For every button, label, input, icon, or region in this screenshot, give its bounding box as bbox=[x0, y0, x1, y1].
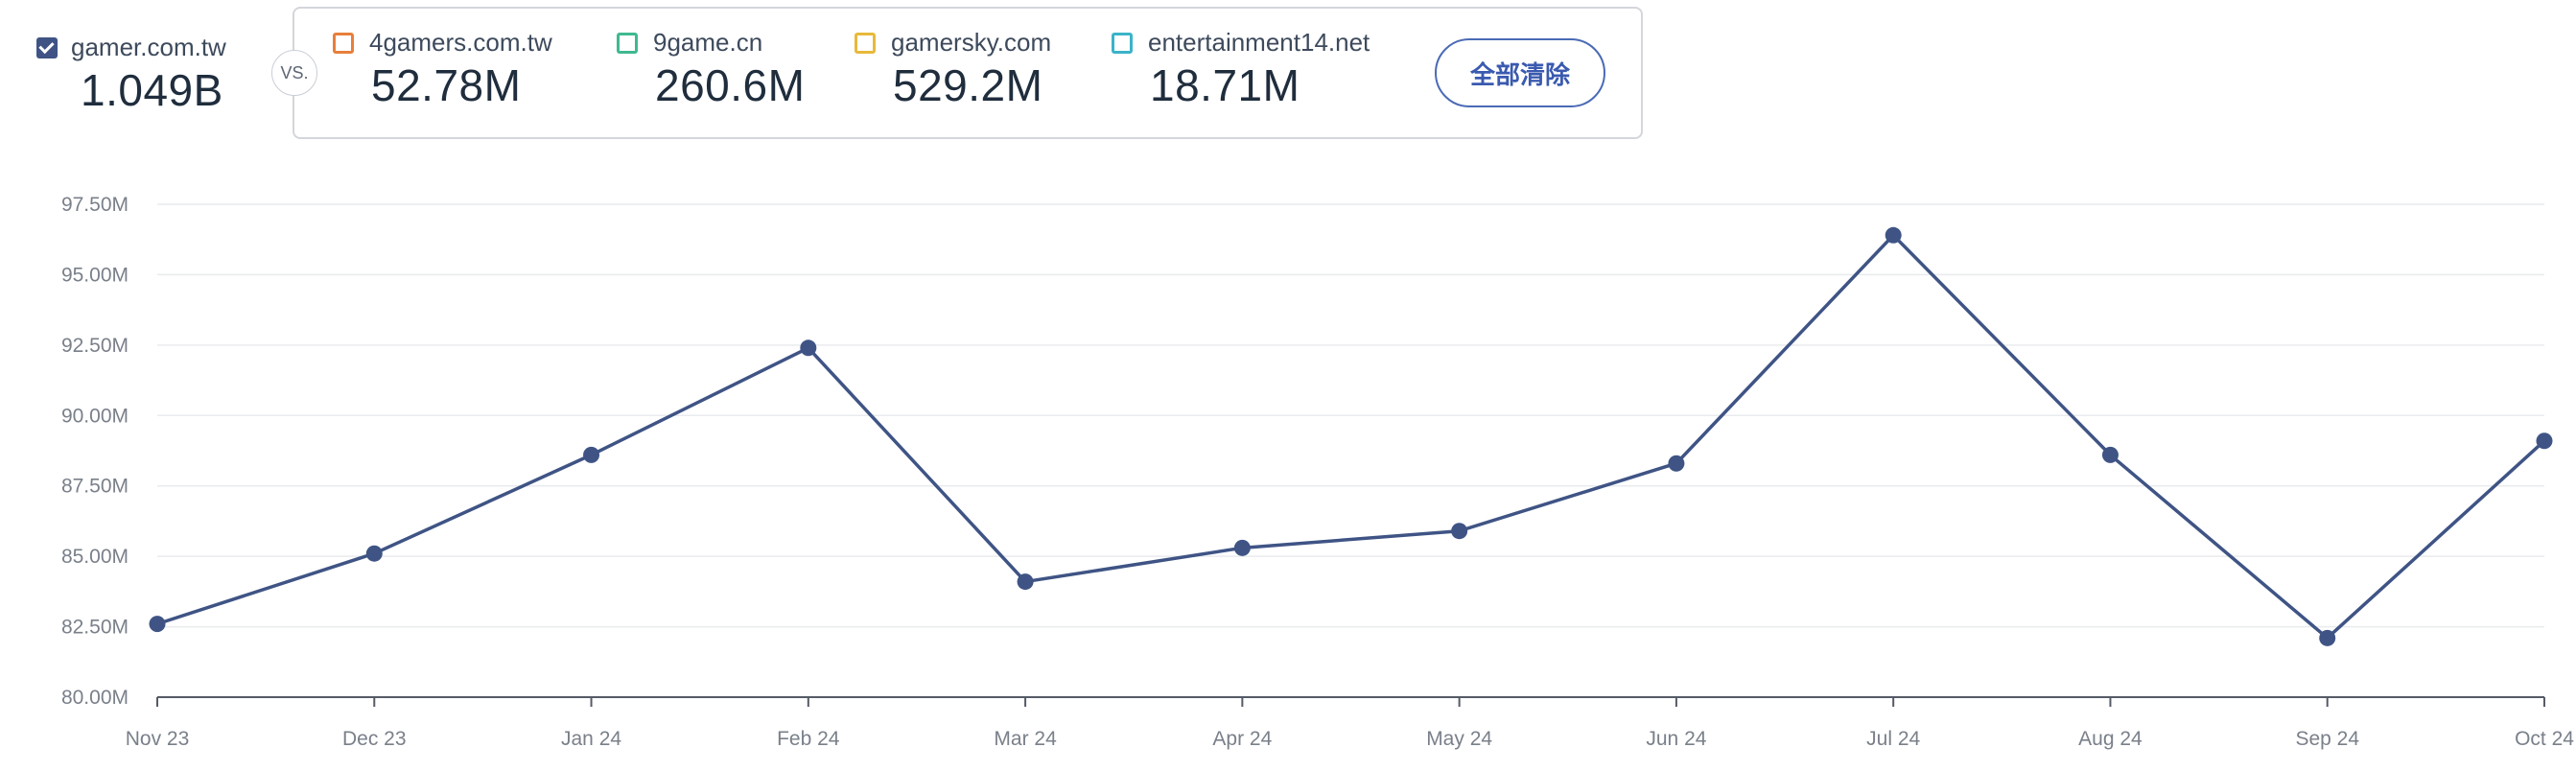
competitor-checkbox[interactable] bbox=[333, 32, 354, 54]
competitor-checkbox[interactable] bbox=[617, 32, 638, 54]
x-tick-label: Aug 24 bbox=[2078, 728, 2143, 750]
competitor-checkbox[interactable] bbox=[1112, 32, 1133, 54]
y-tick-label: 92.50M bbox=[61, 335, 129, 357]
data-point bbox=[365, 545, 383, 562]
traffic-line-chart: 97.50M 95.00M 92.50M 90.00M 87.50M 85.00M 82.5… bbox=[61, 194, 2574, 750]
competitor-site-label: entertainment14.net bbox=[1148, 28, 1370, 57]
competitor-site-label: 4gamers.com.tw bbox=[369, 28, 552, 57]
competitor-total: 18.71M bbox=[1150, 60, 1300, 110]
data-point bbox=[2536, 432, 2553, 450]
x-tick-label: Dec 23 bbox=[342, 728, 407, 750]
x-tick-label: Jun 24 bbox=[1646, 728, 1706, 750]
competitor-item: 9game.cn 260.6M bbox=[617, 28, 805, 111]
primary-site-checkbox[interactable] bbox=[36, 36, 58, 58]
data-point bbox=[583, 446, 600, 463]
data-point bbox=[2101, 446, 2119, 463]
competitor-total: 52.78M bbox=[371, 60, 522, 110]
y-tick-label: 80.00M bbox=[61, 687, 129, 709]
x-tick-label: Oct 24 bbox=[2515, 728, 2574, 750]
competitor-item: entertainment14.net 18.71M bbox=[1112, 28, 1370, 111]
primary-site-total: 1.049B bbox=[81, 65, 223, 115]
data-point bbox=[149, 616, 166, 633]
competitor-item: 4gamers.com.tw 52.78M bbox=[333, 28, 552, 111]
data-point bbox=[1233, 539, 1251, 556]
competitor-total: 260.6M bbox=[655, 60, 806, 110]
series-line bbox=[156, 233, 2546, 641]
data-point bbox=[1017, 573, 1034, 591]
x-tick-label: Mar 24 bbox=[994, 728, 1057, 750]
x-tick-label: May 24 bbox=[1426, 728, 1492, 750]
y-tick-label: 85.00M bbox=[61, 546, 129, 568]
vs-badge: VS. bbox=[271, 50, 317, 96]
competitor-site-label: gamersky.com bbox=[891, 28, 1052, 57]
competitor-item: gamersky.com 529.2M bbox=[855, 28, 1051, 111]
x-tick-label: Jan 24 bbox=[561, 728, 621, 750]
y-tick-label: 90.00M bbox=[61, 405, 129, 427]
competitor-total: 529.2M bbox=[893, 60, 1043, 110]
y-tick-label: 87.50M bbox=[61, 476, 129, 498]
primary-site: gamer.com.tw 1.049B bbox=[36, 33, 226, 116]
x-tick-label: Apr 24 bbox=[1212, 728, 1272, 750]
y-tick-label: 82.50M bbox=[61, 617, 129, 639]
y-tick-label: 95.00M bbox=[61, 264, 129, 286]
competitor-site-label: 9game.cn bbox=[653, 28, 763, 57]
x-tick-label: Sep 24 bbox=[2295, 728, 2359, 750]
data-point bbox=[1668, 455, 1685, 472]
x-tick-label: Jul 24 bbox=[1866, 728, 1920, 750]
x-tick-label: Nov 23 bbox=[126, 728, 190, 750]
data-point bbox=[1451, 523, 1468, 540]
competitor-checkbox[interactable] bbox=[855, 32, 876, 54]
data-point bbox=[800, 339, 817, 357]
y-tick-label: 97.50M bbox=[61, 194, 129, 216]
x-tick-label: Feb 24 bbox=[777, 728, 840, 750]
data-point bbox=[2319, 629, 2336, 646]
data-point bbox=[1885, 226, 1902, 244]
primary-site-label: gamer.com.tw bbox=[71, 33, 226, 61]
competitor-panel: 4gamers.com.tw 52.78M 9game.cn 260.6M ga… bbox=[293, 7, 1643, 139]
clear-all-button[interactable]: 全部清除 bbox=[1435, 38, 1605, 107]
